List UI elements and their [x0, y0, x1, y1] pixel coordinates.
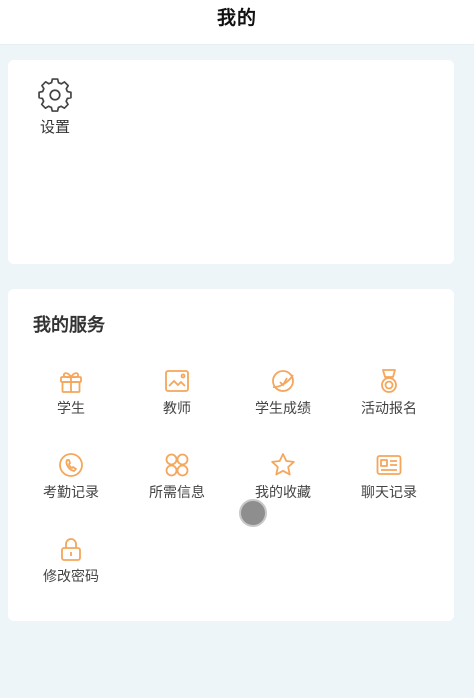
service-label: 聊天记录 [361, 485, 417, 501]
medal-icon [381, 369, 397, 393]
service-label: 所需信息 [149, 485, 205, 501]
planet-icon [272, 370, 294, 392]
gift-icon [60, 372, 82, 393]
id-card-icon [376, 455, 402, 475]
service-required-info[interactable]: 所需信息 [124, 451, 230, 523]
page-title: 我的 [216, 6, 257, 29]
service-label: 教师 [163, 401, 191, 417]
service-change-password[interactable]: 修改密码 [18, 535, 124, 607]
phone-icon [59, 453, 83, 477]
star-icon [271, 453, 295, 476]
service-event-signup[interactable]: 活动报名 [336, 367, 442, 439]
service-teacher[interactable]: 教师 [124, 367, 230, 439]
settings-label: 设置 [39, 118, 70, 136]
service-student-grades[interactable]: 学生成绩 [230, 367, 336, 439]
settings-card: 设置 [8, 60, 454, 264]
service-label: 学生 [57, 401, 85, 417]
top-bar: 我的 [0, 0, 474, 45]
lock-icon [61, 538, 81, 561]
services-grid: 学生 教师 学生成绩 活动报名 考勤记录 所需信息 我的收藏 聊天记录 修改密码 [18, 367, 444, 607]
services-heading: 我的服务 [33, 315, 105, 336]
service-label: 学生成绩 [255, 401, 311, 417]
service-attendance[interactable]: 考勤记录 [18, 451, 124, 523]
image-icon [165, 370, 189, 392]
touch-indicator [239, 499, 267, 527]
service-label: 考勤记录 [43, 485, 99, 501]
service-label: 活动报名 [361, 401, 417, 417]
service-label: 修改密码 [43, 569, 99, 585]
gear-icon [38, 78, 72, 112]
service-student[interactable]: 学生 [18, 367, 124, 439]
services-card: 我的服务 学生 教师 学生成绩 活动报名 考勤记录 所需信息 我的收藏 聊天记录… [8, 289, 454, 621]
service-label: 我的收藏 [255, 485, 311, 501]
service-chat-history[interactable]: 聊天记录 [336, 451, 442, 523]
apps-icon [165, 453, 189, 477]
settings-button[interactable]: 设置 [33, 78, 77, 137]
